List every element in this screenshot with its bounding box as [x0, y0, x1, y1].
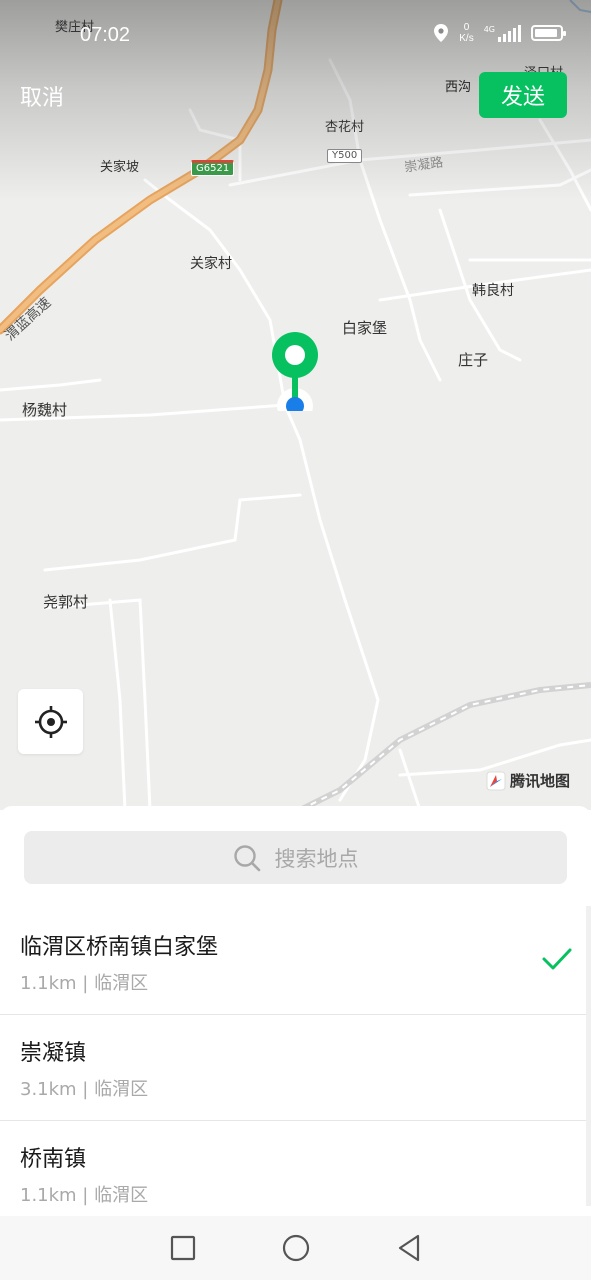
status-icons: 0 K/s 4G	[433, 22, 566, 44]
signal-icon: 4G	[483, 24, 521, 42]
net-speed-value: 0	[463, 22, 470, 33]
back-button[interactable]	[389, 1228, 429, 1268]
send-button[interactable]: 发送	[479, 72, 567, 118]
place-label: 西沟	[445, 80, 472, 95]
cancel-button[interactable]: 取消	[20, 80, 64, 112]
net-speed-unit: K/s	[459, 33, 474, 44]
place-label: 韩良村	[472, 283, 514, 299]
system-nav-bar	[0, 1216, 591, 1280]
tencent-map-logo-icon	[486, 771, 506, 790]
list-item[interactable]: 桥南镇 1.1km | 临渭区	[0, 1121, 591, 1216]
place-label: 杏花村	[325, 120, 365, 135]
location-sheet: 搜索地点 临渭区桥南镇白家堡 1.1km | 临渭区 崇凝镇 3.1km | 临…	[0, 806, 591, 1216]
highway-shield: G6521	[191, 160, 235, 176]
battery-icon	[531, 25, 566, 41]
map-brand: 腾讯地图	[486, 770, 570, 791]
result-list: 临渭区桥南镇白家堡 1.1km | 临渭区 崇凝镇 3.1km | 临渭区 桥南…	[0, 909, 591, 1216]
place-label: 庄子	[458, 351, 489, 369]
result-title: 临渭区桥南镇白家堡	[20, 935, 219, 960]
network-type: 4G	[483, 24, 495, 34]
result-subtitle: 1.1km | 临渭区	[20, 973, 149, 994]
list-item[interactable]: 临渭区桥南镇白家堡 1.1km | 临渭区	[0, 909, 591, 1015]
triangle-back-icon	[398, 1234, 419, 1262]
location-status-icon	[434, 24, 449, 42]
square-icon	[170, 1235, 195, 1261]
map-brand-label: 腾讯地图	[510, 772, 571, 790]
county-road-shield: Y500	[327, 149, 363, 163]
search-input[interactable]: 搜索地点	[24, 831, 567, 884]
search-icon	[233, 844, 260, 871]
checkmark-icon	[542, 948, 572, 970]
place-label: 尧郭村	[43, 593, 89, 611]
battery-level	[535, 29, 557, 37]
result-title: 崇凝镇	[20, 1041, 87, 1066]
status-time: 07:02	[80, 24, 131, 46]
list-item[interactable]: 崇凝镇 3.1km | 临渭区	[0, 1015, 591, 1121]
result-subtitle: 1.1km | 临渭区	[20, 1185, 149, 1206]
place-label: 白家堡	[342, 319, 388, 337]
home-button[interactable]	[276, 1228, 316, 1268]
search-placeholder: 搜索地点	[274, 846, 359, 871]
place-label: 杨魏村	[22, 401, 68, 419]
circle-icon	[282, 1234, 309, 1262]
recents-button[interactable]	[163, 1228, 203, 1268]
location-pin-icon	[272, 332, 318, 411]
place-label: 关家坡	[100, 160, 140, 175]
place-label: 关家村	[190, 256, 232, 272]
net-speed: 0 K/s	[459, 22, 473, 44]
scrollbar[interactable]	[586, 906, 591, 1206]
crosshair-icon	[34, 705, 67, 738]
locate-me-button[interactable]	[18, 689, 83, 754]
result-subtitle: 3.1km | 临渭区	[20, 1079, 149, 1100]
map-view[interactable]: 樊庄村 西沟 泽口村 杏花村 关家坡 关家村 韩良村 白家堡 庄子 杨魏村 尧郭…	[0, 0, 591, 810]
result-title: 桥南镇	[20, 1147, 87, 1172]
